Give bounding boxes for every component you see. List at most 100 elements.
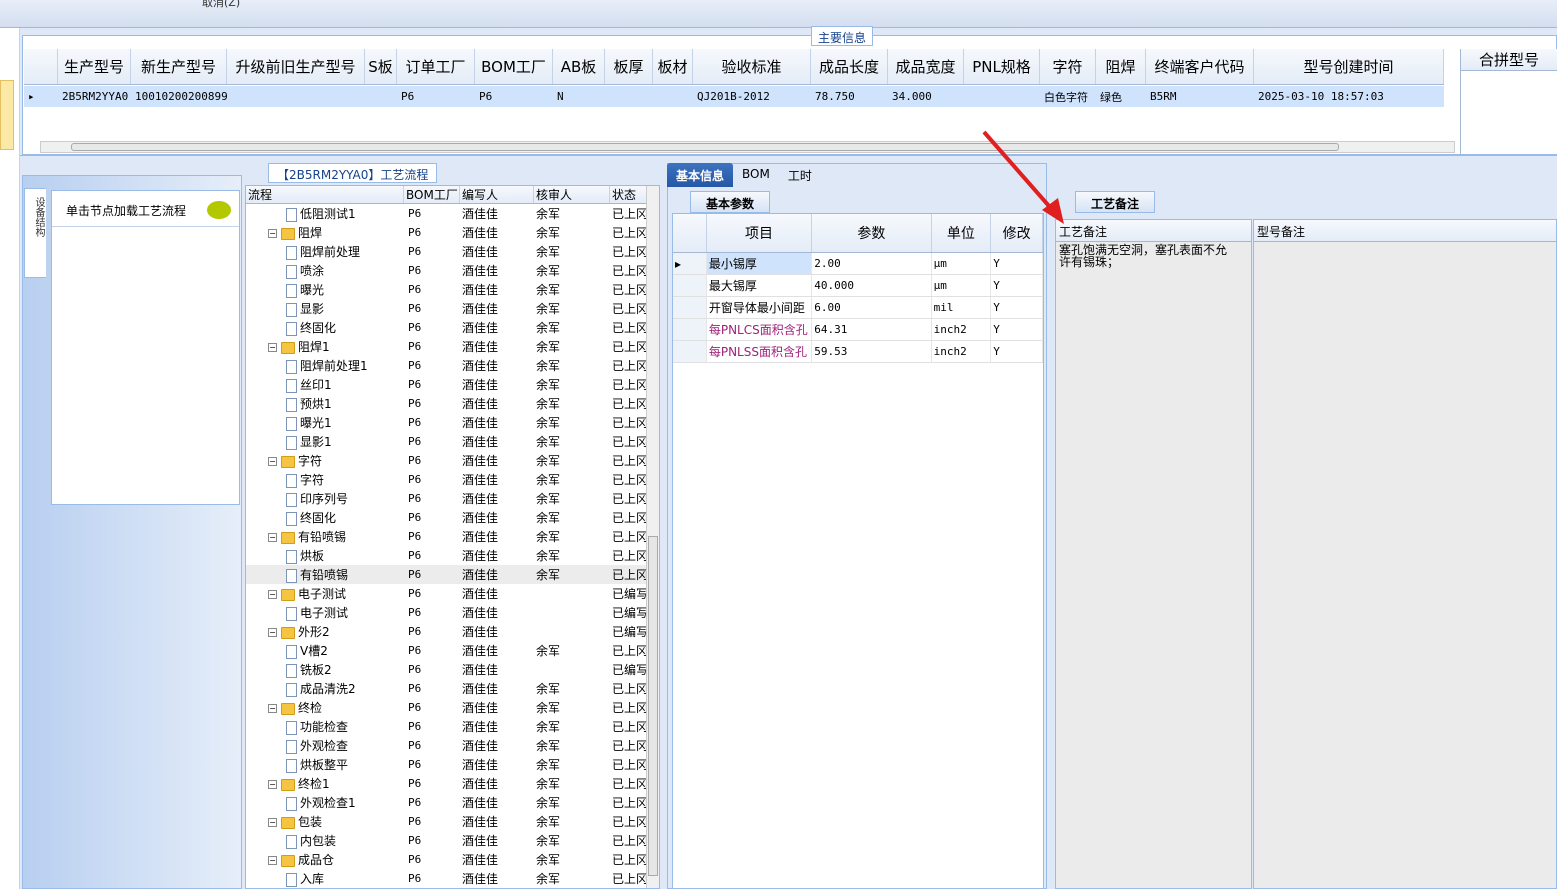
flow-tree-row[interactable]: 烘板整平 P6 酒佳佳 余军 已上冈 (246, 755, 659, 774)
column-header[interactable]: 字符 (1040, 49, 1096, 84)
flow-tree-row[interactable]: 有铅喷锡 P6 酒佳佳 余军 已上冈 (246, 565, 659, 584)
collapse-toggle-icon[interactable]: − (268, 343, 277, 352)
flow-tree-row[interactable]: − 外形2 P6 酒佳佳 已编写 (246, 622, 659, 641)
flow-tree-row[interactable]: − 有铅喷锡 P6 酒佳佳 余军 已上冈 (246, 527, 659, 546)
collapsed-tab[interactable] (0, 80, 14, 150)
tree-column-header[interactable]: 状态 (610, 186, 650, 203)
cancel-button[interactable]: 取消(Z) (202, 0, 240, 10)
collapse-toggle-icon[interactable]: − (268, 704, 277, 713)
grid-cell[interactable] (653, 86, 693, 107)
param-value-cell[interactable]: 64.31 (812, 319, 932, 340)
param-value-cell[interactable]: 6.00 (812, 297, 932, 318)
flow-tree-row[interactable]: 外观检查 P6 酒佳佳 余军 已上冈 (246, 736, 659, 755)
grid-cell[interactable]: P6 (397, 86, 475, 107)
flow-tree-row[interactable]: − 终检1 P6 酒佳佳 余军 已上冈 (246, 774, 659, 793)
grid-cell[interactable] (605, 86, 653, 107)
tree-node[interactable]: V槽2 (246, 642, 404, 659)
tree-node[interactable]: 终固化 (246, 509, 404, 526)
flow-tree-row[interactable]: − 阻焊 P6 酒佳佳 余军 已上冈 (246, 223, 659, 242)
tree-node[interactable]: 电子测试 (246, 604, 404, 621)
column-header[interactable]: 新生产型号 (131, 49, 227, 84)
collapse-toggle-icon[interactable]: − (268, 628, 277, 637)
process-notes-text[interactable]: 塞孔饱满无空洞，塞孔表面不允许有锡珠； (1056, 242, 1231, 270)
tree-node[interactable]: − 终检1 (246, 775, 404, 792)
tree-column-header[interactable]: 核审人 (534, 186, 610, 203)
tree-node[interactable]: 内包装 (246, 832, 404, 849)
grid-cell[interactable]: QJ201B-2012 (693, 86, 811, 107)
tree-node[interactable]: 曝光1 (246, 414, 404, 431)
tree-node[interactable]: 显影1 (246, 433, 404, 450)
column-header[interactable]: 阻焊 (1096, 49, 1146, 84)
tree-node[interactable]: 外观检查 (246, 737, 404, 754)
param-modify-cell[interactable]: Y (991, 319, 1043, 340)
flow-tree-row[interactable]: 预烘1 P6 酒佳佳 余军 已上冈 (246, 394, 659, 413)
flow-tree-row[interactable]: 成品清洗2 P6 酒佳佳 余军 已上冈 (246, 679, 659, 698)
tree-node[interactable]: − 终检 (246, 699, 404, 716)
param-value-cell[interactable]: 40.000 (812, 275, 932, 296)
column-header[interactable]: 升级前旧生产型号 (227, 49, 365, 84)
tree-node[interactable]: 喷涂 (246, 262, 404, 279)
column-header[interactable]: 型号创建时间 (1254, 49, 1444, 84)
param-modify-cell[interactable]: Y (991, 297, 1043, 318)
main-info-row[interactable]: ▸ 2B5RM2YYA0 10010200200899 P6 P6 N QJ201B-201… (24, 86, 1444, 107)
grid-cell[interactable]: 10010200200899 (131, 86, 227, 107)
collapse-toggle-icon[interactable]: − (268, 229, 277, 238)
grid-cell[interactable]: N (553, 86, 605, 107)
param-row[interactable]: 最大锡厚 40.000 μm Y (673, 275, 1043, 297)
tree-node[interactable]: 字符 (246, 471, 404, 488)
flow-tree-row[interactable]: 阻焊前处理1 P6 酒佳佳 余军 已上冈 (246, 356, 659, 375)
grid-cell[interactable]: B5RM (1146, 86, 1254, 107)
tree-node[interactable]: 印序列号 (246, 490, 404, 507)
column-header[interactable]: BOM工厂 (475, 49, 553, 84)
column-header[interactable]: 生产型号 (58, 49, 131, 84)
flow-tree-row[interactable]: 曝光1 P6 酒佳佳 余军 已上冈 (246, 413, 659, 432)
flow-tree-row[interactable]: 烘板 P6 酒佳佳 余军 已上冈 (246, 546, 659, 565)
grid-cell[interactable] (365, 86, 397, 107)
flow-tree-row[interactable]: 功能检查 P6 酒佳佳 余军 已上冈 (246, 717, 659, 736)
flow-tree-row[interactable]: 低阻测试1 P6 酒佳佳 余军 已上冈 (246, 204, 659, 223)
tree-node[interactable]: 曝光 (246, 281, 404, 298)
collapse-toggle-icon[interactable]: − (268, 590, 277, 599)
param-value-cell[interactable]: 59.53 (812, 341, 932, 362)
tree-node[interactable]: − 成品仓 (246, 851, 404, 868)
column-header[interactable]: 终端客户代码 (1146, 49, 1254, 84)
flow-tree-row[interactable]: 铣板2 P6 酒佳佳 已编写 (246, 660, 659, 679)
tree-node[interactable]: − 包装 (246, 813, 404, 830)
column-header[interactable]: PNL规格 (964, 49, 1040, 84)
flow-tree-row[interactable]: 显影 P6 酒佳佳 余军 已上冈 (246, 299, 659, 318)
grid-cell[interactable]: 绿色 (1096, 86, 1146, 107)
param-row[interactable]: ▸ 最小锡厚 2.00 μm Y (673, 253, 1043, 275)
flow-tree-row[interactable]: 外观检查1 P6 酒佳佳 余军 已上冈 (246, 793, 659, 812)
horizontal-splitter[interactable] (20, 155, 1557, 163)
collapse-toggle-icon[interactable]: − (268, 780, 277, 789)
tree-node[interactable]: 显影 (246, 300, 404, 317)
grid-cell[interactable]: 2B5RM2YYA0 (58, 86, 131, 107)
flow-tree-row[interactable]: V槽2 P6 酒佳佳 余军 已上冈 (246, 641, 659, 660)
flow-tree-row[interactable]: 电子测试 P6 酒佳佳 已编写 (246, 603, 659, 622)
flow-tree-row[interactable]: − 电子测试 P6 酒佳佳 已编写 (246, 584, 659, 603)
param-modify-cell[interactable]: Y (991, 253, 1043, 274)
tree-node[interactable]: 预烘1 (246, 395, 404, 412)
main-grid-hscrollbar[interactable] (40, 141, 1455, 153)
tree-node[interactable]: 终固化 (246, 319, 404, 336)
tree-node[interactable]: − 有铅喷锡 (246, 528, 404, 545)
column-header[interactable]: 板材 (653, 49, 693, 84)
column-header[interactable]: 成品宽度 (888, 49, 964, 84)
flow-tree-row[interactable]: − 字符 P6 酒佳佳 余军 已上冈 (246, 451, 659, 470)
tree-node[interactable]: 阻焊前处理1 (246, 357, 404, 374)
scroll-thumb[interactable] (71, 143, 1339, 151)
tree-node[interactable]: 功能检查 (246, 718, 404, 735)
tab-1[interactable]: BOM (733, 163, 779, 187)
param-column-header[interactable]: 参数 (812, 214, 932, 252)
scroll-thumb[interactable] (648, 536, 658, 876)
param-row[interactable]: 每PNLCS面积含孔 64.31 inch2 Y (673, 319, 1043, 341)
tree-node[interactable]: − 电子测试 (246, 585, 404, 602)
load-flow-hint[interactable]: 单击节点加载工艺流程 (52, 191, 239, 227)
param-modify-cell[interactable]: Y (991, 341, 1043, 362)
column-header[interactable]: 成品长度 (811, 49, 888, 84)
flow-tree-row[interactable]: 丝印1 P6 酒佳佳 余军 已上冈 (246, 375, 659, 394)
flow-tree-row[interactable]: − 成品仓 P6 酒佳佳 余军 已上冈 (246, 850, 659, 869)
column-header[interactable]: 板厚 (605, 49, 653, 84)
tree-node[interactable]: − 外形2 (246, 623, 404, 640)
flow-tree-row[interactable]: 喷涂 P6 酒佳佳 余军 已上冈 (246, 261, 659, 280)
